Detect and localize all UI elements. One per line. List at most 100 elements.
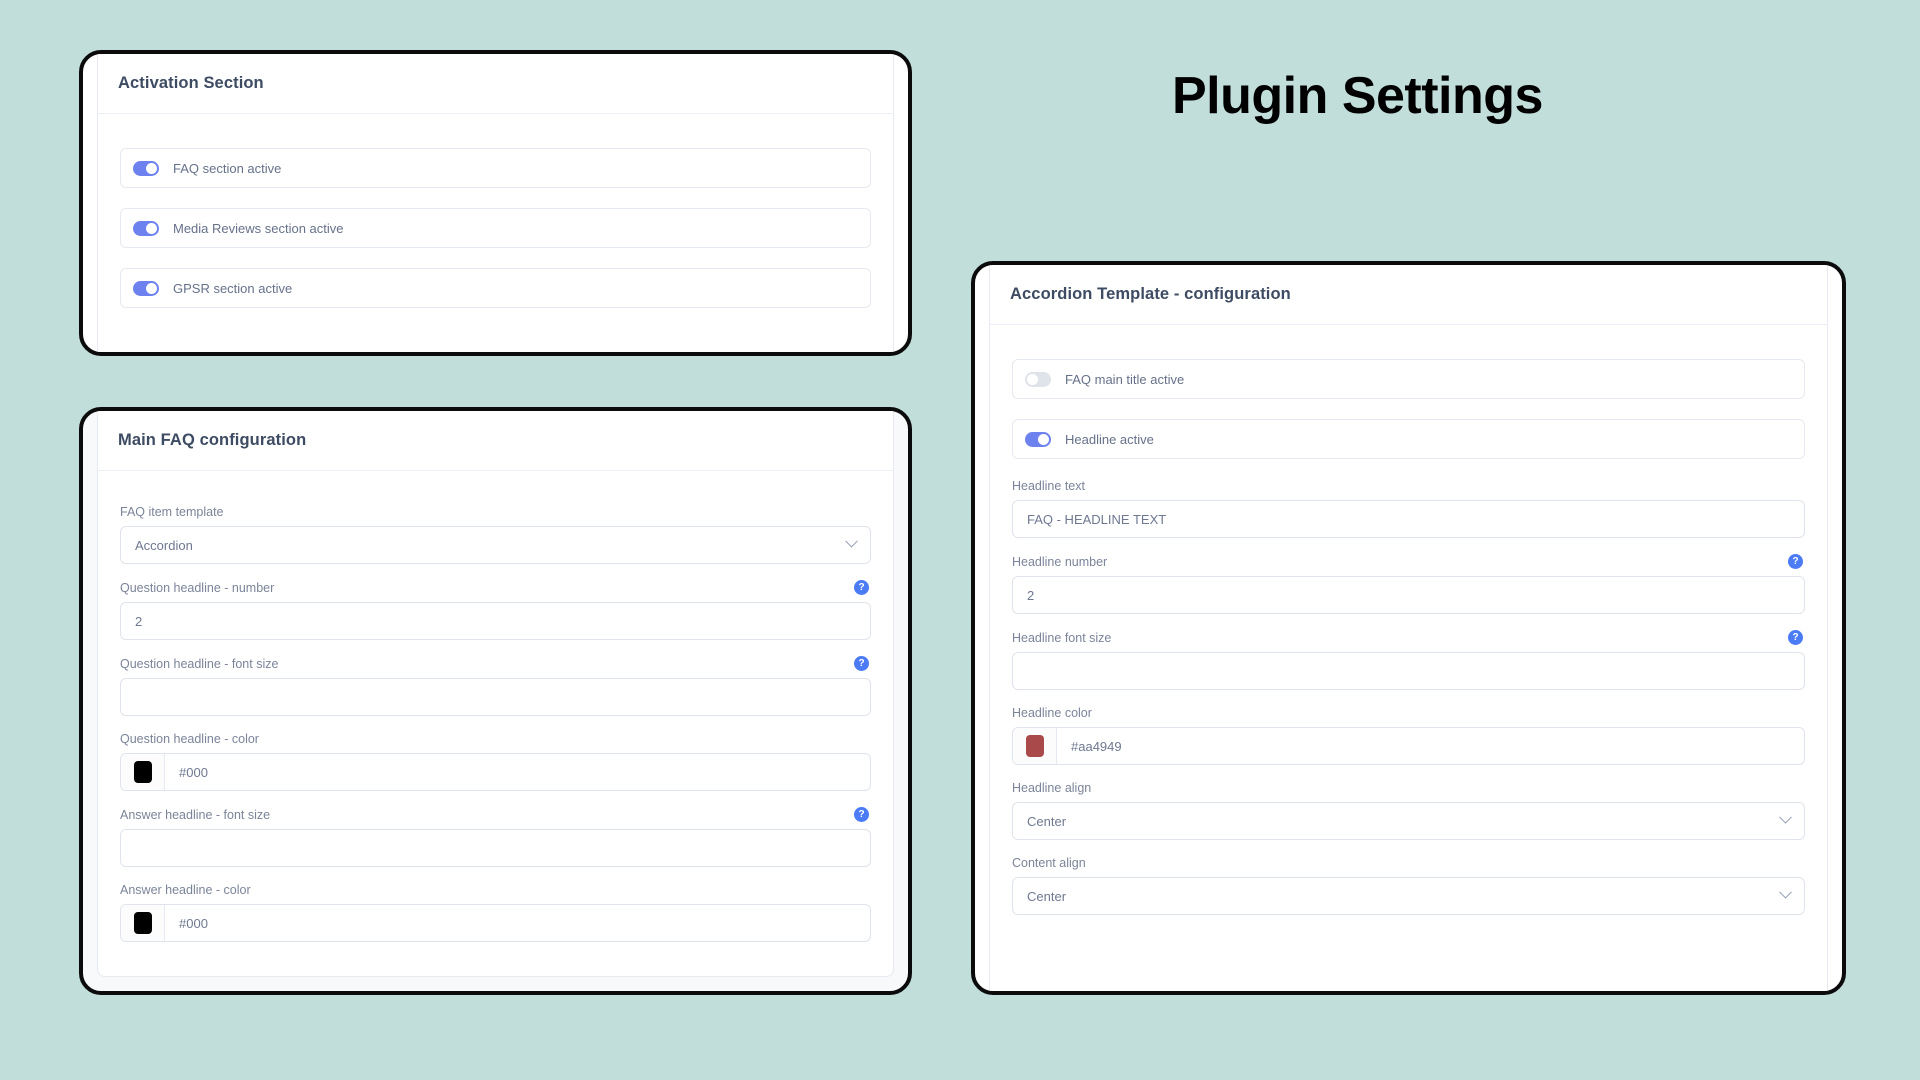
toggle-row-headline-active[interactable]: Headline active xyxy=(1012,419,1805,459)
main-faq-configuration-panel: Main FAQ configuration FAQ item template… xyxy=(79,407,912,995)
field-headline-text: Headline text FAQ - HEADLINE TEXT xyxy=(1012,479,1805,538)
input-answer-headline-font-size[interactable] xyxy=(120,829,871,867)
color-value-answer-headline[interactable]: #000 xyxy=(165,905,870,941)
field-label-row: FAQ item template xyxy=(120,505,871,519)
input-value-headline-number: 2 xyxy=(1027,587,1035,603)
toggle-switch-faq-section[interactable] xyxy=(133,160,159,176)
chevron-down-icon xyxy=(1779,810,1792,824)
input-question-headline-font-size[interactable] xyxy=(120,678,871,716)
label-faq-item-template: FAQ item template xyxy=(120,505,224,519)
select-headline-align[interactable]: Center xyxy=(1012,802,1805,840)
activation-card-body: FAQ section active Media Reviews section… xyxy=(98,114,893,308)
field-label-row: Headline text xyxy=(1012,479,1805,493)
input-value-headline-text: FAQ - HEADLINE TEXT xyxy=(1027,511,1167,527)
toggle-knob xyxy=(1038,433,1049,445)
select-value-content-align: Center xyxy=(1027,888,1067,904)
field-answer-headline-color: Answer headline - color #000 xyxy=(120,883,871,942)
toggle-knob xyxy=(1027,373,1038,385)
color-field-headline[interactable]: #aa4949 xyxy=(1012,727,1805,765)
label-headline-number: Headline number xyxy=(1012,554,1108,569)
main-faq-configuration-card: Main FAQ configuration FAQ item template… xyxy=(97,411,894,977)
color-swatch-button-headline[interactable] xyxy=(1013,728,1057,764)
select-content-align[interactable]: Center xyxy=(1012,877,1805,915)
toggle-label-headline-active: Headline active xyxy=(1065,431,1154,447)
toggle-label-faq-section: FAQ section active xyxy=(173,160,282,176)
select-faq-item-template[interactable]: Accordion xyxy=(120,526,871,564)
toggle-row-gpsr-section[interactable]: GPSR section active xyxy=(120,268,871,308)
chevron-down-icon xyxy=(845,534,858,548)
toggle-switch-headline-active[interactable] xyxy=(1025,431,1051,447)
help-icon[interactable]: ? xyxy=(854,580,869,595)
field-headline-color: Headline color #aa4949 xyxy=(1012,706,1805,765)
field-headline-font-size: Headline font size ? xyxy=(1012,630,1805,690)
help-icon[interactable]: ? xyxy=(1788,554,1803,569)
label-content-align: Content align xyxy=(1012,856,1086,870)
activation-card-header: Activation Section xyxy=(98,54,893,114)
field-headline-number: Headline number ? 2 xyxy=(1012,554,1805,614)
color-value-question-headline[interactable]: #000 xyxy=(165,754,870,790)
color-field-question-headline[interactable]: #000 xyxy=(120,753,871,791)
label-headline-font-size: Headline font size xyxy=(1012,630,1112,645)
input-question-headline-number[interactable]: 2 xyxy=(120,602,871,640)
field-answer-headline-font-size: Answer headline - font size ? xyxy=(120,807,871,867)
toggle-row-faq-section[interactable]: FAQ section active xyxy=(120,148,871,188)
field-headline-align: Headline align Center xyxy=(1012,781,1805,840)
toggle-switch-gpsr-section[interactable] xyxy=(133,280,159,296)
page-title: Plugin Settings xyxy=(1172,67,1543,125)
color-swatch-icon xyxy=(133,912,152,934)
accordion-card-body: FAQ main title active Headline active He… xyxy=(990,325,1827,915)
input-headline-text[interactable]: FAQ - HEADLINE TEXT xyxy=(1012,500,1805,538)
activation-section-panel: Activation Section FAQ section active Me… xyxy=(79,50,912,356)
toggle-row-faq-main-title[interactable]: FAQ main title active xyxy=(1012,359,1805,399)
field-content-align: Content align Center xyxy=(1012,856,1805,915)
field-question-headline-font-size: Question headline - font size ? xyxy=(120,656,871,716)
field-label-row: Headline color xyxy=(1012,706,1805,720)
field-label-row: Question headline - color xyxy=(120,732,871,746)
field-faq-item-template: FAQ item template Accordion xyxy=(120,505,871,564)
toggle-label-media-reviews-section: Media Reviews section active xyxy=(173,220,344,236)
field-label-row: Headline font size ? xyxy=(1012,630,1805,645)
help-icon[interactable]: ? xyxy=(854,656,869,671)
color-swatch-icon xyxy=(133,761,152,783)
field-label-row: Content align xyxy=(1012,856,1805,870)
color-field-answer-headline[interactable]: #000 xyxy=(120,904,871,942)
color-swatch-button-question-headline[interactable] xyxy=(121,754,165,790)
toggle-knob xyxy=(146,162,157,174)
activation-section-card: Activation Section FAQ section active Me… xyxy=(97,54,894,352)
label-answer-headline-font-size: Answer headline - font size xyxy=(120,807,271,822)
select-value-headline-align: Center xyxy=(1027,813,1067,829)
toggle-switch-faq-main-title[interactable] xyxy=(1025,371,1051,387)
label-question-headline-font-size: Question headline - font size xyxy=(120,656,279,671)
toggle-row-media-reviews-section[interactable]: Media Reviews section active xyxy=(120,208,871,248)
accordion-template-configuration-card: Accordion Template - configuration FAQ m… xyxy=(989,265,1828,991)
label-headline-color: Headline color xyxy=(1012,706,1092,720)
toggle-label-faq-main-title: FAQ main title active xyxy=(1065,371,1185,387)
field-label-row: Question headline - number ? xyxy=(120,580,871,595)
field-label-row: Question headline - font size ? xyxy=(120,656,871,671)
label-answer-headline-color: Answer headline - color xyxy=(120,883,251,897)
select-value-faq-item-template: Accordion xyxy=(135,537,193,553)
input-value-question-headline-number: 2 xyxy=(135,613,143,629)
main-faq-card-body: FAQ item template Accordion Question hea… xyxy=(98,471,893,942)
label-question-headline-number: Question headline - number xyxy=(120,580,275,595)
input-headline-number[interactable]: 2 xyxy=(1012,576,1805,614)
color-swatch-icon xyxy=(1025,735,1044,757)
field-label-row: Headline align xyxy=(1012,781,1805,795)
label-headline-align: Headline align xyxy=(1012,781,1092,795)
label-question-headline-color: Question headline - color xyxy=(120,732,259,746)
color-value-headline[interactable]: #aa4949 xyxy=(1057,728,1804,764)
toggle-label-gpsr-section: GPSR section active xyxy=(173,280,293,296)
field-label-row: Answer headline - color xyxy=(120,883,871,897)
color-swatch-button-answer-headline[interactable] xyxy=(121,905,165,941)
help-icon[interactable]: ? xyxy=(854,807,869,822)
toggle-knob xyxy=(146,222,157,234)
help-icon[interactable]: ? xyxy=(1788,630,1803,645)
field-question-headline-color: Question headline - color #000 xyxy=(120,732,871,791)
main-faq-card-header: Main FAQ configuration xyxy=(98,411,893,471)
field-question-headline-number: Question headline - number ? 2 xyxy=(120,580,871,640)
input-headline-font-size[interactable] xyxy=(1012,652,1805,690)
main-faq-card-title: Main FAQ configuration xyxy=(118,431,307,449)
toggle-switch-media-reviews-section[interactable] xyxy=(133,220,159,236)
accordion-card-title: Accordion Template - configuration xyxy=(1010,285,1291,303)
activation-card-title: Activation Section xyxy=(118,74,264,92)
